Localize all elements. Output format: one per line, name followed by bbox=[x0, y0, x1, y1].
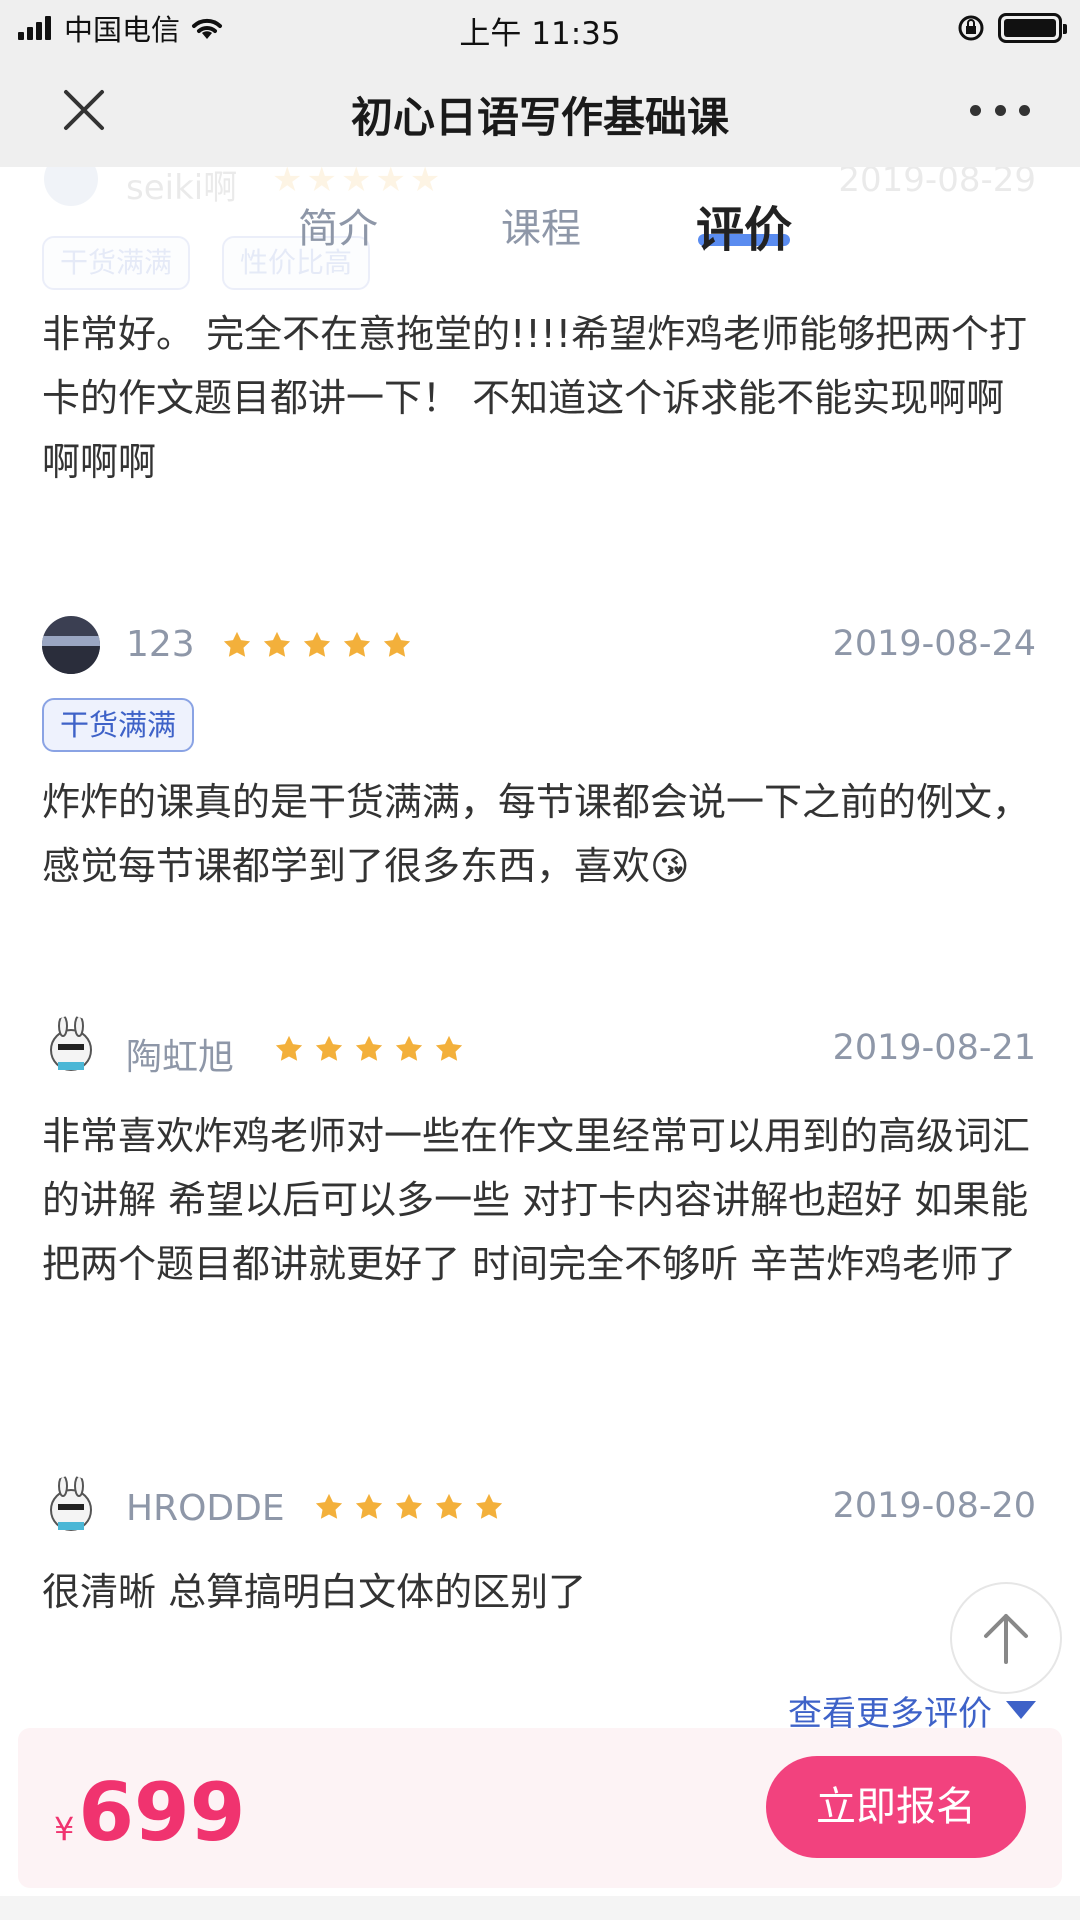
status-time: 上午 11:35 bbox=[459, 16, 621, 52]
rating-stars bbox=[314, 1492, 514, 1526]
star-icon bbox=[222, 630, 262, 664]
user-name: 123 bbox=[126, 624, 195, 665]
rating-stars bbox=[274, 1034, 474, 1068]
tab-reviews[interactable]: 评价 bbox=[696, 190, 792, 260]
status-bar: 中国电信 上午 11:35 bbox=[0, 0, 1080, 54]
price: ¥ 699 bbox=[54, 1766, 245, 1859]
back-to-top-button[interactable] bbox=[950, 1582, 1062, 1694]
star-icon bbox=[434, 1492, 474, 1526]
star-icon bbox=[394, 1492, 434, 1526]
page-title: 初心日语写作基础课 bbox=[350, 93, 729, 142]
star-icon bbox=[354, 1492, 394, 1526]
review-header: 123 2019-08-24 bbox=[0, 614, 1080, 674]
bottom-bar: ¥ 699 立即报名 bbox=[18, 1728, 1062, 1888]
tab-intro[interactable]: 简介 bbox=[298, 196, 378, 254]
more-icon[interactable] bbox=[970, 90, 1030, 130]
star-icon bbox=[354, 1034, 394, 1068]
review-tag: 干货满满 bbox=[42, 698, 195, 752]
star-icon bbox=[434, 1034, 474, 1068]
currency-symbol: ¥ bbox=[54, 1810, 75, 1848]
status-right bbox=[956, 12, 1067, 44]
triangle-down-icon bbox=[1006, 1700, 1036, 1719]
star-icon bbox=[382, 630, 422, 664]
review-date: 2019-08-20 bbox=[832, 1486, 1036, 1526]
review-date: 2019-08-24 bbox=[832, 624, 1036, 664]
avatar[interactable] bbox=[42, 1016, 100, 1074]
star-icon bbox=[394, 1034, 434, 1068]
star-icon bbox=[314, 1492, 354, 1526]
star-icon bbox=[274, 1034, 314, 1068]
nav-bar: 初心日语写作基础课 bbox=[0, 54, 1080, 167]
review-text: 很清晰 总算搞明白文体的区别了 bbox=[42, 1570, 587, 1614]
user-name: 陶虹旭 bbox=[126, 1037, 235, 1078]
review-text: 非常喜欢炸鸡老师对一些在作文里经常可以用到的高级词汇的讲解 希望以后可以多一些 … bbox=[42, 1114, 1031, 1286]
enroll-button[interactable]: 立即报名 bbox=[766, 1756, 1026, 1858]
avatar[interactable] bbox=[42, 1476, 100, 1534]
star-icon bbox=[302, 630, 342, 664]
review-header: HRODDE 2019-08-20 bbox=[0, 1476, 1080, 1536]
review-header: 陶虹旭 2019-08-21 bbox=[0, 1016, 1080, 1078]
avatar[interactable] bbox=[42, 616, 100, 674]
tab-courses[interactable]: 课程 bbox=[501, 196, 581, 254]
review-text: 炸炸的课真的是干货满满，每节课都会说一下之前的例文，感觉每节课都学到了很多东西，… bbox=[42, 780, 1031, 888]
arrow-up-icon bbox=[984, 1614, 1028, 1664]
battery-icon bbox=[998, 13, 1067, 43]
review-date: 2019-08-21 bbox=[832, 1028, 1036, 1068]
orientation-lock-icon bbox=[958, 15, 984, 41]
bottom-strip bbox=[0, 1896, 1080, 1920]
review-text: 非常好。 完全不在意拖堂的!!!!希望炸鸡老师能够把两个打卡的作文题目都讲一下！… bbox=[42, 312, 1028, 484]
star-icon bbox=[314, 1034, 354, 1068]
rating-stars bbox=[222, 630, 422, 664]
tab-bar: 简介 课程 评价 bbox=[0, 196, 1080, 260]
star-icon bbox=[262, 630, 302, 664]
price-value: 699 bbox=[78, 1766, 246, 1859]
star-icon bbox=[342, 630, 382, 664]
user-name: HRODDE bbox=[126, 1488, 285, 1529]
star-icon bbox=[474, 1492, 514, 1526]
